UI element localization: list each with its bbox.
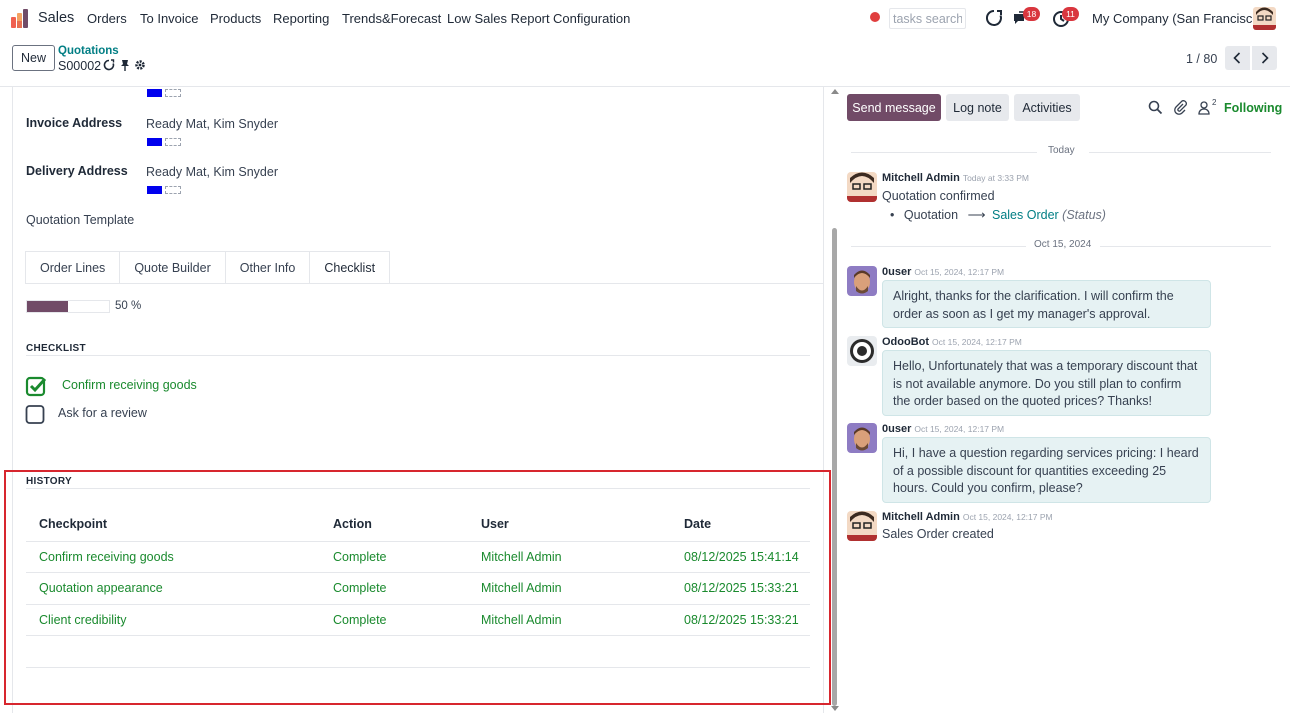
chevron-left-icon (1233, 52, 1241, 64)
checkbox-unchecked-icon[interactable] (25, 404, 47, 426)
menu-trends-forecast[interactable]: Trends&Forecast (342, 11, 441, 26)
tab-checklist[interactable]: Checklist (309, 251, 391, 284)
avatar[interactable] (847, 336, 877, 366)
menu-products[interactable]: Products (210, 11, 261, 26)
top-navbar: Sales Orders To Invoice Products Reporti… (0, 0, 1290, 37)
invoice-address-label: Invoice Address (26, 116, 123, 130)
menu-low-sales-report[interactable]: Low Sales Report (447, 11, 550, 26)
message-date: Oct 15, 2024, 12:17 PM (914, 267, 1005, 277)
new-button[interactable]: New (12, 45, 55, 71)
tab-quote-builder[interactable]: Quote Builder (119, 251, 225, 284)
tab-other-info[interactable]: Other Info (224, 251, 310, 284)
notebook-tabs: Order Lines Quote Builder Other Info Che… (25, 251, 391, 284)
message-date: Oct 15, 2024, 12:17 PM (914, 424, 1005, 434)
tracking-value-change: • Quotation ⟶ Sales Order (Status) (890, 207, 1106, 222)
checklist-section-title: CHECKLIST (26, 343, 86, 354)
followers-count: 2 (1212, 98, 1217, 107)
tab-order-lines[interactable]: Order Lines (25, 251, 120, 284)
date-separator-today: Today (851, 145, 1271, 159)
message-bubble: Hello, Unfortunately that was a temporar… (882, 350, 1211, 416)
bullet-icon: • (890, 208, 895, 222)
message-date: Oct 15, 2024, 12:17 PM (932, 337, 1022, 347)
message-author[interactable]: Mitchell Admin Today at 3:33 PM (882, 172, 1029, 184)
activities-button[interactable]: Activities (1014, 94, 1080, 121)
menu-orders[interactable]: Orders (87, 11, 127, 26)
delivery-address-field[interactable]: Ready Mat, Kim Snyder (146, 165, 278, 179)
chevron-right-icon (1261, 52, 1269, 64)
message-body: Quotation confirmed (882, 189, 995, 203)
scroll-down-arrow-icon[interactable] (831, 706, 839, 711)
message-date: Oct 15, 2024, 12:17 PM (962, 512, 1053, 522)
tracking-old-value: Quotation (903, 208, 959, 222)
message-author[interactable]: OdooBot Oct 15, 2024, 12:17 PM (882, 336, 1022, 348)
log-note-button[interactable]: Log note (946, 94, 1009, 121)
gear-icon[interactable] (134, 59, 146, 71)
message-bubble: Alright, thanks for the clarification. I… (882, 280, 1211, 328)
avatar[interactable] (847, 423, 877, 453)
progress-percentage: 50 % (115, 300, 142, 312)
avatar[interactable] (847, 172, 877, 202)
date-separator-oct-15: Oct 15, 2024 (851, 239, 1271, 253)
refresh-icon[interactable] (984, 8, 1004, 28)
menu-to-invoice[interactable]: To Invoice (140, 11, 199, 26)
date-separator-label: Today (1048, 145, 1075, 156)
message-author[interactable]: Mitchell Admin Oct 15, 2024, 12:17 PM (882, 511, 1053, 523)
tracking-new-value: Sales Order (991, 208, 1059, 222)
invoice-address-toggle[interactable] (147, 138, 183, 146)
delivery-address-label: Delivery Address (26, 164, 128, 178)
tracking-field-name: (Status) (1062, 208, 1106, 222)
company-switcher[interactable]: My Company (San Francisco) (1092, 11, 1264, 26)
breadcrumb-quotations[interactable]: Quotations (58, 45, 119, 57)
send-message-button[interactable]: Send message (847, 94, 941, 121)
activities-badge: 11 (1062, 7, 1079, 21)
arrow-right-icon: ⟶ (967, 208, 986, 222)
message-author[interactable]: 0user Oct 15, 2024, 12:17 PM (882, 423, 1004, 435)
menu-configuration[interactable]: Configuration (553, 11, 630, 26)
avatar[interactable] (847, 511, 877, 541)
messages-badge: 18 (1023, 7, 1040, 21)
record-name: S00002 (58, 59, 102, 73)
checklist-progress-bar (26, 300, 110, 313)
message-bubble: Hi, I have a question regarding services… (882, 437, 1211, 503)
control-panel: New Quotations S00002 1 / 80 (0, 37, 1290, 87)
menu-reporting[interactable]: Reporting (273, 11, 329, 26)
date-separator-label: Oct 15, 2024 (1034, 239, 1092, 250)
quotation-template-label: Quotation Template (26, 213, 135, 227)
discard-changes-icon[interactable] (103, 59, 115, 71)
recording-dot-icon (870, 12, 880, 22)
pager-next-button[interactable] (1252, 46, 1277, 70)
search-icon[interactable] (1148, 100, 1163, 115)
address-toggle[interactable] (147, 89, 183, 97)
message-date: Today at 3:33 PM (962, 173, 1029, 183)
form-scrollbar[interactable] (832, 228, 837, 706)
scroll-up-arrow-icon[interactable] (831, 89, 839, 94)
followers-icon[interactable] (1197, 100, 1212, 115)
delivery-address-toggle[interactable] (147, 186, 183, 194)
app-name[interactable]: Sales (38, 10, 74, 26)
pager-counter[interactable]: 1 / 80 (1186, 52, 1217, 66)
paperclip-icon[interactable] (1173, 100, 1188, 115)
tasks-search-input[interactable] (889, 8, 966, 29)
tabs-divider (25, 283, 823, 284)
checklist-divider (26, 355, 810, 356)
checklist-item-ask-for-review: Ask for a review (58, 406, 147, 420)
user-avatar[interactable] (1253, 7, 1276, 30)
message-author[interactable]: 0user Oct 15, 2024, 12:17 PM (882, 266, 1004, 278)
message-body: Sales Order created (882, 527, 994, 541)
history-highlight-frame (4, 470, 831, 705)
checkbox-checked-icon[interactable] (25, 375, 49, 397)
pin-icon[interactable] (119, 59, 131, 71)
progress-fill (27, 301, 68, 312)
sales-app-icon[interactable] (11, 9, 31, 28)
following-button[interactable]: Following (1224, 101, 1282, 115)
pager-previous-button[interactable] (1225, 46, 1250, 70)
avatar[interactable] (847, 266, 877, 296)
invoice-address-field[interactable]: Ready Mat, Kim Snyder (146, 117, 278, 131)
checklist-item-confirm-receiving-goods: Confirm receiving goods (62, 378, 197, 392)
